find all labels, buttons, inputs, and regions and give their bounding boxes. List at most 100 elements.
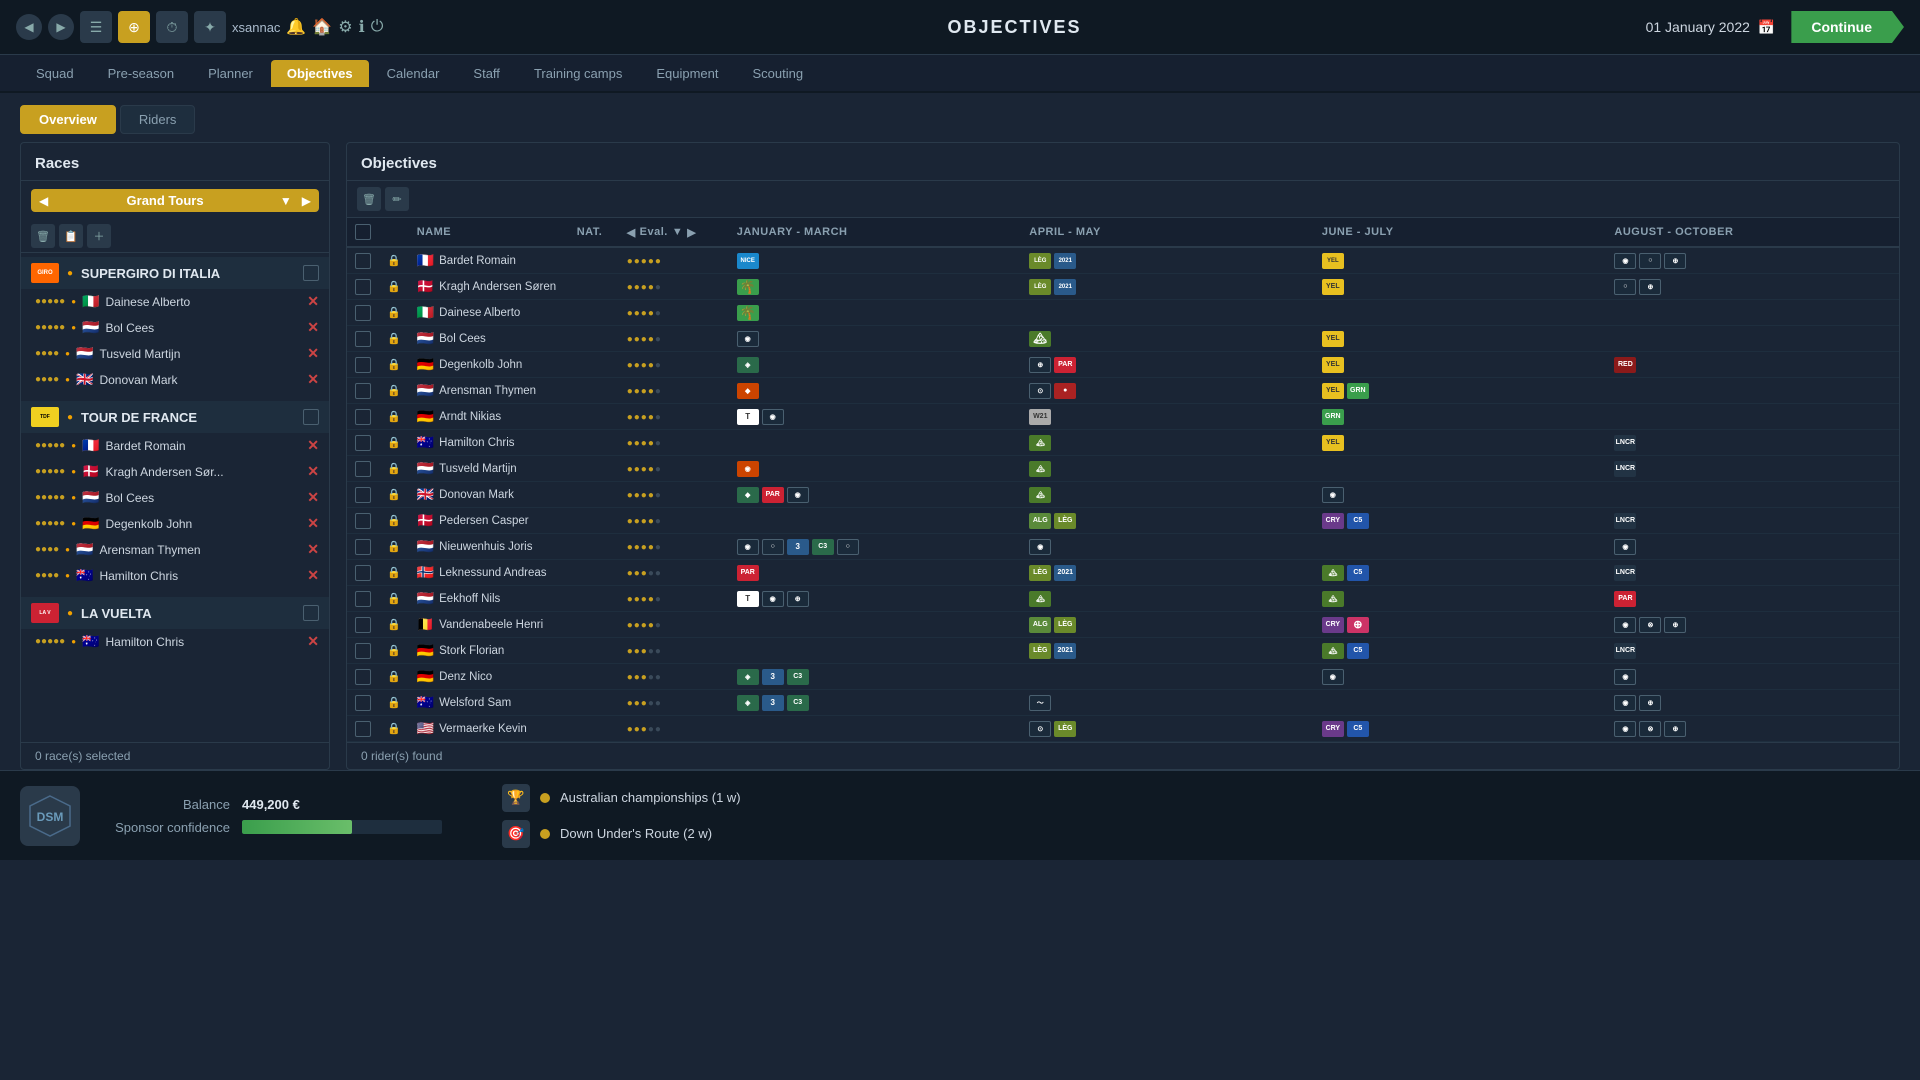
objectives-header: Objectives: [347, 143, 1899, 181]
remove-btn[interactable]: ✕: [307, 371, 319, 388]
tdf-checkbox[interactable]: [303, 409, 319, 425]
tab-objectives[interactable]: Objectives: [271, 60, 369, 87]
remove-btn[interactable]: ✕: [307, 567, 319, 584]
edit-obj-icon[interactable]: ✏: [385, 187, 409, 211]
copy-icon[interactable]: 📋: [59, 224, 83, 248]
tab-calendar[interactable]: Calendar: [371, 60, 456, 87]
riders-tbody: 🔒 🇫🇷Bardet Romain ●●●●● NICE LÈG2021 YEL…: [347, 247, 1899, 742]
tab-training-camps[interactable]: Training camps: [518, 60, 638, 87]
info-icon[interactable]: ℹ: [359, 17, 365, 37]
grand-tours-selector[interactable]: ◀ Grand Tours ▼ ▶: [31, 189, 319, 212]
th-eval[interactable]: ◀Eval.▼▶: [619, 218, 729, 247]
globe-icon[interactable]: ✦: [194, 11, 226, 43]
subtab-overview[interactable]: Overview: [20, 105, 116, 134]
row-checkbox[interactable]: [355, 305, 371, 321]
rider-name: Arndt Nikias: [439, 411, 501, 423]
vuelta-checkbox[interactable]: [303, 605, 319, 621]
riders-table: NAME NAT. ◀Eval.▼▶ JANUARY - MARCH APRIL…: [347, 218, 1899, 742]
objectives-nav-icon[interactable]: ⊕: [118, 11, 150, 43]
sub-tabs: Overview Riders: [0, 93, 1920, 142]
home-icon[interactable]: 🏠: [312, 17, 332, 37]
row-checkbox[interactable]: [355, 617, 371, 633]
row-checkbox[interactable]: [355, 461, 371, 477]
remove-btn[interactable]: ✕: [307, 489, 319, 506]
giro-checkbox[interactable]: [303, 265, 319, 281]
remove-btn[interactable]: ✕: [307, 345, 319, 362]
add-icon[interactable]: ＋: [87, 224, 111, 248]
table-row: 🔒 🇩🇰Pedersen Casper ●●●●● ALGLÈG CRYC5 L…: [347, 508, 1899, 534]
timer-icon[interactable]: ⏱: [156, 11, 188, 43]
remove-btn[interactable]: ✕: [307, 319, 319, 336]
tab-staff[interactable]: Staff: [457, 60, 516, 87]
row-checkbox[interactable]: [355, 721, 371, 737]
row-checkbox[interactable]: [355, 565, 371, 581]
row-checkbox[interactable]: [355, 669, 371, 685]
continue-button[interactable]: Continue: [1791, 11, 1904, 43]
lock-icon: 🔒: [387, 723, 401, 735]
balance-label: Balance: [100, 797, 230, 812]
back-button[interactable]: ◀: [16, 14, 42, 40]
remove-btn[interactable]: ✕: [307, 541, 319, 558]
tdf-dot: ●: [67, 412, 73, 423]
bottom-bar: DSM Balance 449,200 € Sponsor confidence…: [0, 770, 1920, 860]
settings-icon[interactable]: ⚙: [338, 17, 352, 37]
list-item: ●●●● ● 🇳🇱 Arensman Thymen ✕: [21, 537, 329, 563]
current-date: 01 January 2022: [1646, 19, 1750, 35]
selector-arrow-left[interactable]: ◀: [39, 194, 48, 208]
table-row: 🔒 🇧🇪Vandenabeele Henri ●●●●● ALGLÈG CRY⊕…: [347, 612, 1899, 638]
lock-icon: 🔒: [387, 255, 401, 267]
svg-text:DSM: DSM: [37, 810, 64, 824]
tab-planner[interactable]: Planner: [192, 60, 269, 87]
bell-icon[interactable]: 🔔: [286, 17, 306, 37]
menu-icon[interactable]: ☰: [80, 11, 112, 43]
tab-equipment[interactable]: Equipment: [640, 60, 734, 87]
bottom-stats: Balance 449,200 € Sponsor confidence: [100, 797, 442, 835]
remove-btn[interactable]: ✕: [307, 293, 319, 310]
tab-scouting[interactable]: Scouting: [736, 60, 819, 87]
remove-btn[interactable]: ✕: [307, 463, 319, 480]
row-checkbox[interactable]: [355, 253, 371, 269]
lock-icon: 🔒: [387, 619, 401, 631]
delete-obj-icon[interactable]: 🗑: [357, 187, 381, 211]
lock-icon: 🔒: [387, 541, 401, 553]
calendar-icon[interactable]: 📅: [1758, 19, 1775, 36]
race-section-tdf: TDF ● TOUR DE FRANCE ●●●●● ● 🇫🇷 Bardet R…: [21, 401, 329, 589]
row-checkbox[interactable]: [355, 643, 371, 659]
remove-btn[interactable]: ✕: [307, 515, 319, 532]
riders-found: 0 rider(s) found: [347, 742, 1899, 769]
table-row: 🔒 🇮🇹Dainese Alberto ●●●●● 🌴: [347, 300, 1899, 326]
row-checkbox[interactable]: [355, 331, 371, 347]
subtab-riders[interactable]: Riders: [120, 105, 196, 134]
power-icon[interactable]: ⏻: [371, 18, 384, 36]
table-row: 🔒 🇺🇸Vermaerke Kevin ●●●●● ⊙LÈG CRYC5 ◉⊗⊕: [347, 716, 1899, 742]
rider-name: Bardet Romain: [439, 255, 516, 267]
list-item: ●●●● ● 🇳🇱 Tusveld Martijn ✕: [21, 341, 329, 367]
tab-preseason[interactable]: Pre-season: [92, 60, 190, 87]
selector-dropdown[interactable]: ▼: [280, 194, 292, 208]
table-row: 🔒 🇫🇷Bardet Romain ●●●●● NICE LÈG2021 YEL…: [347, 247, 1899, 274]
forward-button[interactable]: ▶: [48, 14, 74, 40]
race-section-tdf-header[interactable]: TDF ● TOUR DE FRANCE: [21, 401, 329, 433]
th-lock: [379, 218, 409, 247]
row-checkbox[interactable]: [355, 409, 371, 425]
race-section-giro-header[interactable]: GIRO ● SUPERGIRO DI ITALIA: [21, 257, 329, 289]
races-list: GIRO ● SUPERGIRO DI ITALIA ●●●●● ● 🇮🇹 Da…: [21, 253, 329, 742]
remove-btn[interactable]: ✕: [307, 437, 319, 454]
tab-squad[interactable]: Squad: [20, 60, 90, 87]
row-checkbox[interactable]: [355, 695, 371, 711]
row-checkbox[interactable]: [355, 513, 371, 529]
row-checkbox[interactable]: [355, 383, 371, 399]
table-row: 🔒 🇩🇰Kragh Andersen Søren ●●●●● 🌴 LÈG2021…: [347, 274, 1899, 300]
selector-arrow-right[interactable]: ▶: [302, 194, 311, 208]
race-section-vuelta-header[interactable]: LA V ● LA VUELTA: [21, 597, 329, 629]
row-checkbox[interactable]: [355, 591, 371, 607]
remove-btn[interactable]: ✕: [307, 633, 319, 650]
row-checkbox[interactable]: [355, 279, 371, 295]
delete-icon[interactable]: 🗑: [31, 224, 55, 248]
row-checkbox[interactable]: [355, 357, 371, 373]
row-checkbox[interactable]: [355, 539, 371, 555]
bottom-objectives: 🏆 Australian championships (1 w) 🎯 Down …: [462, 784, 1900, 848]
row-checkbox[interactable]: [355, 487, 371, 503]
row-checkbox[interactable]: [355, 435, 371, 451]
rider-name: Kragh Andersen Søren: [439, 281, 556, 293]
